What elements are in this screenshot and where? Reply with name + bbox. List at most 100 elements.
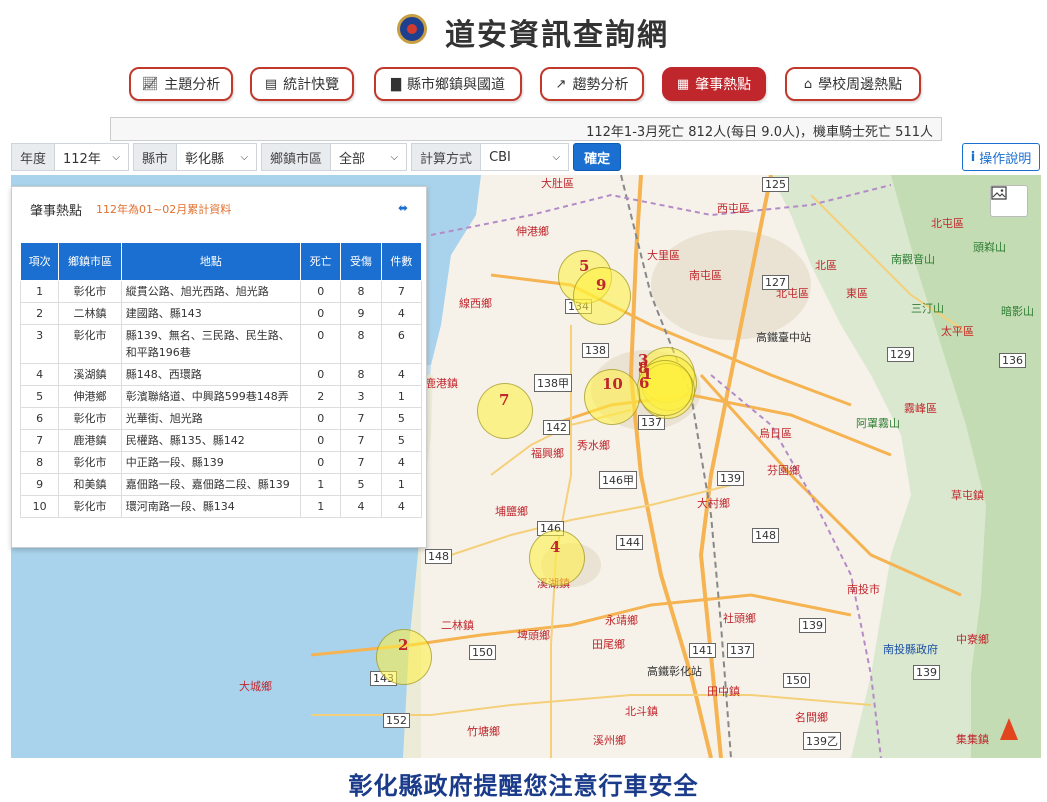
table-cell-place: 中正路一段、縣139 (120, 451, 302, 474)
info-icon: i (970, 149, 976, 165)
table-row[interactable]: 4 溪湖鎮 縣148、西環路 0 8 4 (19, 363, 423, 386)
nav-label: 主題分析 (164, 77, 221, 93)
nav-topic-analysis[interactable]: 📈︎ 主題分析 (129, 67, 233, 101)
map-label-mountain: 暗影山 (1001, 305, 1034, 318)
table-cell-town: 彰化市 (58, 495, 122, 518)
hotspot-label: 5 (579, 257, 590, 275)
hotspot-label: 7 (499, 391, 510, 409)
town-value: 全部 (339, 151, 366, 167)
table-cell-no: 8 (19, 451, 60, 474)
table-row[interactable]: 8 彰化市 中正路一段、縣139 0 7 4 (19, 451, 423, 474)
table-row[interactable]: 1 彰化市 縱貫公路、旭光西路、旭光路 0 8 7 (19, 280, 423, 303)
table-row[interactable]: 6 彰化市 光華街、旭光路 0 7 5 (19, 407, 423, 430)
method-label: 計算方式 (411, 143, 482, 171)
table-cell-town: 彰化市 (58, 407, 122, 430)
table-cell-hurt: 7 (340, 429, 382, 452)
table-cell-town: 鹿港鎮 (58, 429, 122, 452)
table-cell-hurt: 4 (340, 495, 382, 518)
map-label-place: 北斗鎮 (625, 705, 658, 718)
table-row[interactable]: 10 彰化市 環河南路一段、縣134 1 4 4 (19, 495, 423, 518)
confirm-button[interactable]: 確定 (573, 143, 622, 171)
road-shield: 125 (762, 177, 789, 192)
site-logo-icon[interactable] (397, 14, 427, 44)
table-cell-place: 嘉佃路一段、嘉佃路二段、縣139 (120, 473, 302, 496)
nav-label: 肇事熱點 (695, 77, 752, 93)
year-select[interactable]: 112年 ⌵ (55, 143, 130, 171)
hotspot-label: 4 (550, 538, 561, 556)
footer-slogan: 彰化縣政府提醒您注意行車安全 (348, 772, 699, 800)
trend-icon: ↗ (555, 76, 567, 92)
map-label-place: 秀水鄉 (577, 439, 610, 452)
map-label-place: 福興鄉 (531, 447, 564, 460)
map-label-place: 田尾鄉 (592, 638, 625, 651)
table-row[interactable]: 5 伸港鄉 彰濱聯絡道、中興路599巷148弄 2 3 1 (19, 385, 423, 408)
map-label-place: 線西鄉 (459, 297, 492, 310)
map-label-place: 南屯區 (689, 269, 722, 282)
map-label-place: 二林鎮 (441, 619, 474, 632)
bar-chart-icon: ▇ (391, 76, 401, 92)
table-cell-hurt: 8 (340, 280, 382, 303)
road-shield: 138 (582, 343, 609, 358)
chevron-down-icon: ⌵ (390, 151, 399, 163)
map-label-mountain: 南觀音山 (891, 253, 935, 266)
table-cell-count: 4 (380, 495, 423, 518)
collapse-icon[interactable]: ⬌ (398, 201, 408, 215)
chevron-down-icon: ⌵ (240, 151, 249, 163)
map-label-place: 埤頭鄉 (517, 629, 550, 642)
method-value: CBI (489, 149, 511, 165)
image-icon (991, 186, 1007, 200)
table-cell-place: 縱貫公路、旭光西路、旭光路 (120, 280, 302, 303)
map-label-place: 大肚區 (541, 177, 574, 190)
hotspot-label: 10 (602, 375, 623, 393)
hotspot-table: 項次 鄉鎮市區 地點 死亡 受傷 件數 1 彰化市 縱貫公路、旭光西路、旭光路 0 8 7… (19, 242, 423, 518)
table-row[interactable]: 2 二林鎮 建國路、縣143 0 9 4 (19, 302, 423, 325)
year-value: 112年 (63, 151, 101, 167)
county-select[interactable]: 彰化縣 ⌵ (177, 143, 258, 171)
news-marquee[interactable]: 112年1-3月死亡 812人(每日 9.0人)，機車騎士死亡 511人 (110, 117, 942, 141)
nav-school-hotspot[interactable]: ⌂ 學校周邊熱點 (785, 67, 921, 101)
table-row[interactable]: 9 和美鎮 嘉佃路一段、嘉佃路二段、縣139 1 5 1 (19, 473, 423, 496)
map-label-place: 大城鄉 (239, 680, 272, 693)
table-cell-count: 4 (380, 302, 423, 325)
table-cell-hurt: 7 (340, 451, 382, 474)
chart-area-icon: 📈︎ (141, 76, 159, 92)
map-label-place: 東區 (846, 287, 868, 300)
method-select[interactable]: CBI ⌵ (481, 143, 570, 171)
help-button[interactable]: i 操作說明 (962, 143, 1040, 171)
table-cell-no: 9 (19, 473, 60, 496)
map-label-place: 伸港鄉 (516, 225, 549, 238)
table-cell-dead: 2 (300, 385, 342, 408)
table-cell-place: 縣139、無名、三民路、民生路、和平路196巷 (120, 324, 302, 364)
nav-label: 趨勢分析 (572, 77, 629, 93)
table-cell-dead: 0 (300, 302, 342, 325)
table-cell-hurt: 7 (340, 407, 382, 430)
table-row[interactable]: 7 鹿港鎮 民權路、縣135、縣142 0 7 5 (19, 429, 423, 452)
site-title[interactable]: 道安資訊查詢網 (445, 10, 669, 54)
school-icon: ⌂ (803, 76, 813, 92)
map-label-place: 埔鹽鄉 (495, 505, 528, 518)
table-cell-count: 7 (380, 280, 423, 303)
help-label: 操作說明 (979, 151, 1032, 167)
road-shield: 148 (425, 549, 452, 564)
nav-stats-overview[interactable]: ▤ 統計快覽 (250, 67, 354, 101)
nav-accident-hotspot[interactable]: ▦ 肇事熱點 (662, 67, 766, 101)
map-label-place: 霧峰區 (904, 402, 937, 415)
year-label: 年度 (11, 143, 56, 171)
hotspot-panel: 肇事熱點 112年為01~02月累計資料 ⬌ 項次 鄉鎮市區 地點 死亡 受傷 … (11, 186, 427, 548)
map-label-station: 高鐵彰化站 (647, 665, 702, 678)
road-shield: 150 (783, 673, 810, 688)
road-shield: 139 (799, 618, 826, 633)
nav-county-town-highway[interactable]: ▇ 縣市鄉鎮與國道 (374, 67, 522, 101)
table-cell-count: 5 (380, 429, 423, 452)
hotspot-label: 2 (398, 636, 409, 654)
town-select[interactable]: 全部 ⌵ (331, 143, 408, 171)
map-image-button[interactable] (990, 185, 1028, 217)
hotspot-label: 1 (642, 365, 653, 383)
panel-title: 肇事熱點 (30, 203, 83, 219)
table-cell-no: 2 (19, 302, 60, 325)
table-cell-hurt: 3 (340, 385, 382, 408)
town-label: 鄉鎮市區 (261, 143, 332, 171)
chevron-down-icon: ⌵ (552, 151, 561, 163)
nav-trend-analysis[interactable]: ↗ 趨勢分析 (540, 67, 644, 101)
table-row[interactable]: 3 彰化市 縣139、無名、三民路、民生路、和平路196巷 0 8 6 (19, 324, 423, 364)
